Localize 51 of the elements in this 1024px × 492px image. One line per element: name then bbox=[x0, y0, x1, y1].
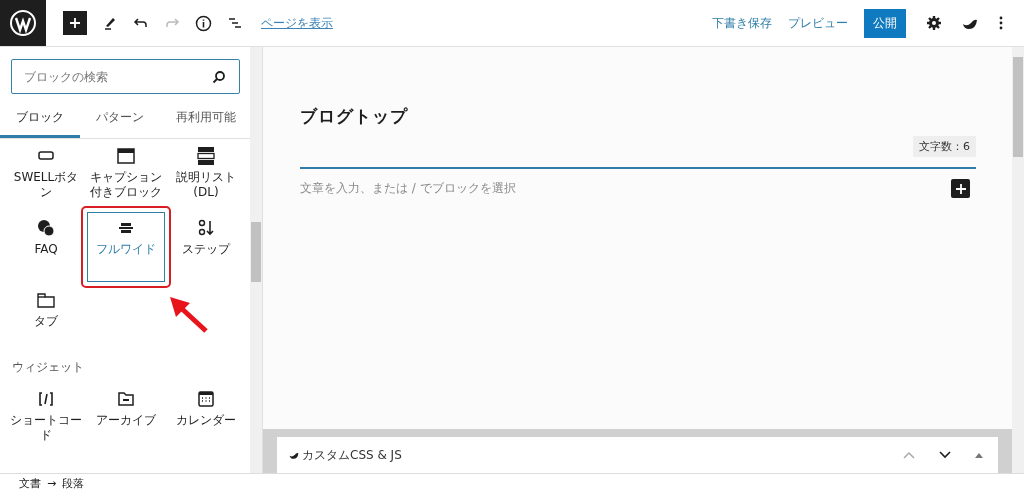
step-icon bbox=[196, 218, 216, 238]
info-icon[interactable] bbox=[195, 14, 212, 32]
settings-icon[interactable] bbox=[926, 15, 942, 31]
calendar-icon bbox=[196, 389, 216, 409]
meta-box-title: カスタムCSS & JS bbox=[302, 446, 402, 464]
save-draft-button[interactable]: 下書き保存 bbox=[708, 14, 776, 32]
block-item[interactable]: SWELLボタン bbox=[7, 140, 85, 210]
breadcrumb-separator: → bbox=[47, 476, 57, 490]
block-item[interactable]: 説明リスト(DL) bbox=[167, 140, 245, 210]
folder-icon bbox=[116, 389, 136, 409]
scrollbar[interactable] bbox=[1012, 47, 1024, 473]
block-item[interactable]: アーカイブ bbox=[87, 383, 165, 453]
inserter-tab[interactable]: パターン bbox=[80, 100, 160, 138]
window-icon bbox=[116, 146, 136, 166]
view-page-link[interactable]: ページを表示 bbox=[261, 14, 333, 32]
more-options-icon[interactable] bbox=[998, 15, 1004, 31]
category-heading: ウィジェット bbox=[12, 359, 85, 376]
collapse-icon[interactable] bbox=[974, 451, 984, 459]
breadcrumb-item[interactable]: 文書 bbox=[19, 475, 41, 491]
leaf-icon bbox=[289, 450, 299, 460]
block-item[interactable]: ステップ bbox=[167, 212, 245, 282]
publish-button[interactable]: 公開 bbox=[864, 8, 906, 38]
block-search-field[interactable]: ブロックの検索 bbox=[11, 59, 240, 94]
search-icon bbox=[212, 70, 226, 84]
block-item[interactable]: フルワイド bbox=[87, 212, 165, 282]
paragraph-placeholder[interactable]: 文章を入力、または / でブロックを選択 bbox=[300, 180, 951, 197]
shortcode-icon bbox=[36, 389, 56, 409]
preview-button[interactable]: プレビュー bbox=[784, 14, 852, 32]
add-block-button[interactable] bbox=[951, 179, 970, 198]
inserter-tab[interactable]: 再利用可能 bbox=[162, 100, 250, 138]
block-item[interactable]: カレンダー bbox=[167, 383, 245, 453]
block-item[interactable]: FAQ bbox=[7, 212, 85, 282]
breadcrumb-item[interactable]: 段落 bbox=[62, 475, 85, 491]
inserter-tab[interactable]: ブロック bbox=[0, 100, 80, 138]
add-block-button[interactable] bbox=[63, 11, 87, 35]
character-count: 文字数：6 bbox=[913, 136, 976, 157]
tab-icon bbox=[36, 290, 56, 310]
scrollbar[interactable] bbox=[250, 47, 262, 473]
post-title[interactable]: ブログトップ bbox=[300, 105, 976, 128]
wordpress-logo[interactable] bbox=[0, 0, 46, 46]
plus-icon bbox=[955, 183, 966, 194]
block-item[interactable]: ショートコード bbox=[7, 383, 85, 453]
pencil-icon[interactable] bbox=[102, 15, 118, 31]
wordpress-icon bbox=[10, 10, 36, 36]
plus-icon bbox=[69, 17, 81, 29]
block-item[interactable]: キャプション付きブロック bbox=[87, 140, 165, 210]
list-view-icon[interactable] bbox=[227, 15, 243, 31]
list-icon bbox=[196, 146, 216, 166]
block-item[interactable]: タブ bbox=[7, 284, 85, 354]
faq-icon bbox=[36, 218, 56, 238]
chevron-down-icon[interactable] bbox=[938, 450, 952, 460]
